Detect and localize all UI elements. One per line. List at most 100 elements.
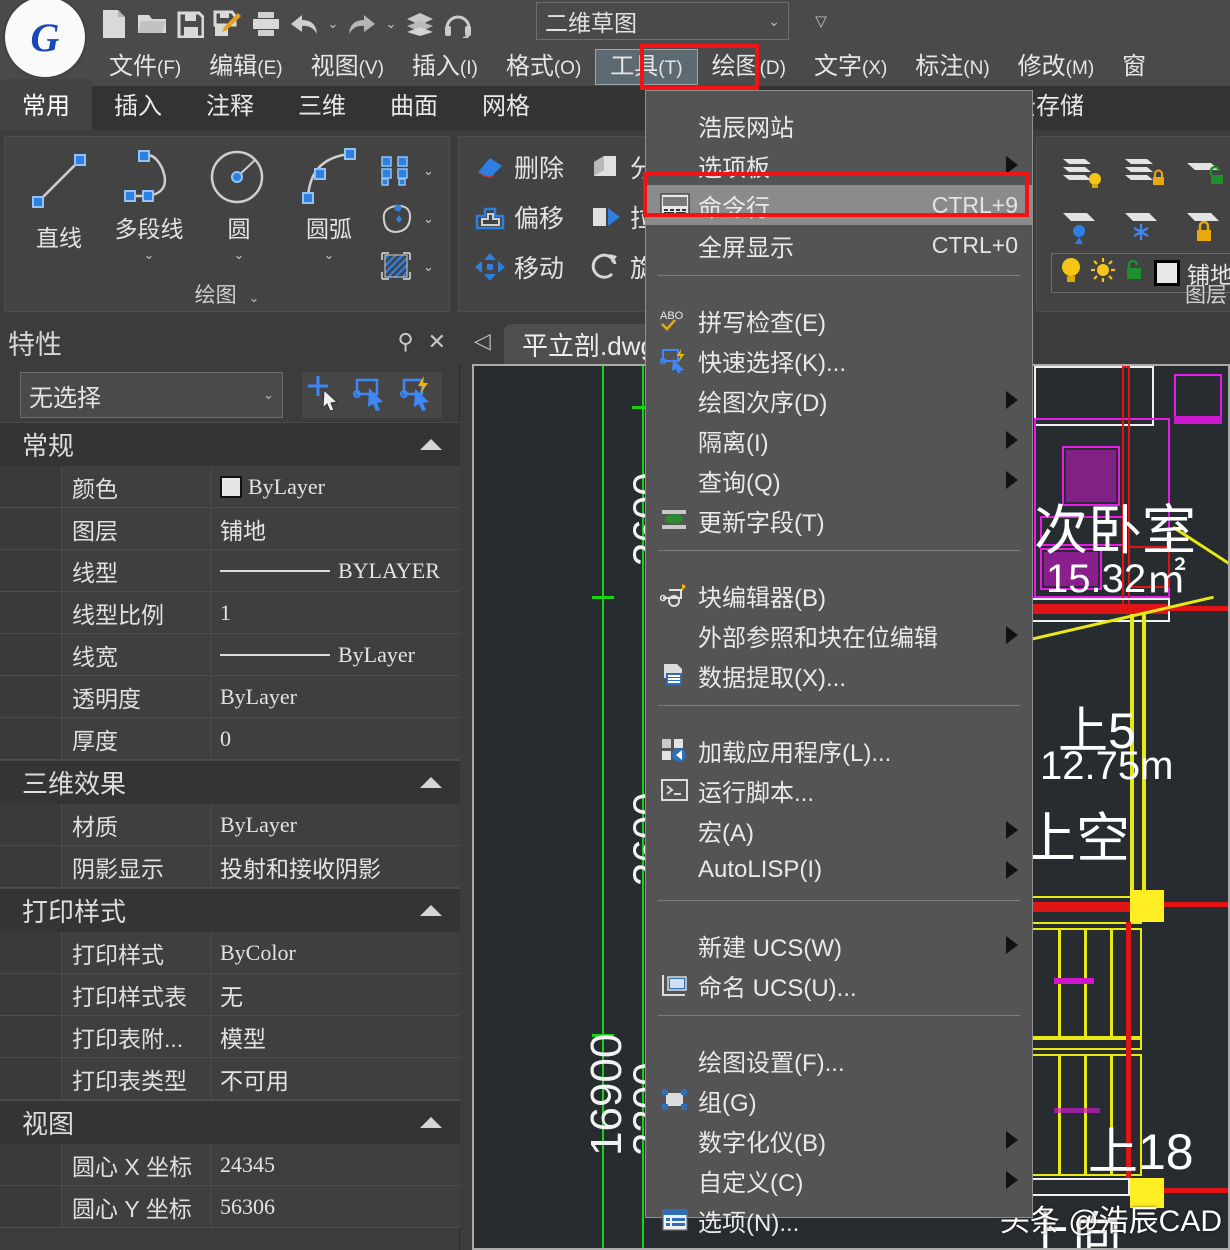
menu-window[interactable]: 窗: [1108, 50, 1160, 85]
menu-item-drafting-settings[interactable]: 绘图设置(F)...: [646, 1040, 1032, 1080]
chevron-up-icon[interactable]: [420, 905, 442, 916]
property-row-transparency[interactable]: 透明度 ByLayer: [0, 676, 460, 718]
property-value-color[interactable]: ByLayer: [212, 466, 460, 507]
chevron-down-icon[interactable]: ⌄: [248, 290, 259, 305]
chevron-down-icon[interactable]: ⌄: [423, 211, 434, 227]
chevron-down-icon[interactable]: ⌄: [144, 247, 155, 263]
layer-lock-icon[interactable]: [1175, 199, 1230, 251]
property-row-plotstyletable[interactable]: 打印样式表 无: [0, 974, 460, 1016]
menu-item-isolate[interactable]: 隔离(I): [646, 420, 1032, 460]
property-row-thickness[interactable]: 厚度 0: [0, 718, 460, 760]
headset-icon[interactable]: [439, 5, 477, 43]
tab-3d[interactable]: 三维: [276, 79, 368, 130]
chevron-down-icon[interactable]: ⌄: [324, 247, 335, 263]
modify-offset-button[interactable]: 偏移: [473, 199, 564, 235]
menu-item-palettes[interactable]: 选项板: [646, 145, 1032, 185]
layer-snowflake-icon[interactable]: [1113, 199, 1175, 251]
draw-polyline-button[interactable]: 多段线 ⌄: [105, 145, 193, 263]
menu-item-new-ucs[interactable]: 新建 UCS(W): [646, 925, 1032, 965]
menu-item-runscript[interactable]: 运行脚本...: [646, 770, 1032, 810]
property-row-material[interactable]: 材质 ByLayer: [0, 804, 460, 846]
layer-unlock-icon[interactable]: [1175, 147, 1230, 199]
chevron-down-icon[interactable]: ⌄: [423, 259, 434, 275]
undo-icon[interactable]: [285, 5, 323, 43]
print-icon[interactable]: [247, 5, 285, 43]
modify-erase-button[interactable]: 删除: [473, 149, 564, 185]
save-as-icon[interactable]: [209, 5, 247, 43]
property-group-plotstyle[interactable]: 打印样式: [0, 888, 460, 932]
tools-dropdown-menu[interactable]: 浩辰网站 选项板 命令行 CTRL+9 全屏显示 CTRL+0 ABO 拼写检查…: [645, 90, 1033, 1218]
property-row-plottable-attach[interactable]: 打印表附... 模型: [0, 1016, 460, 1058]
layer-blue-icon[interactable]: [1051, 199, 1113, 251]
property-group-3d[interactable]: 三维效果: [0, 760, 460, 804]
draw-array-button[interactable]: ⌄: [371, 147, 447, 195]
pick-add-icon[interactable]: [304, 374, 346, 417]
menu-text[interactable]: 文字(X): [800, 50, 901, 85]
property-group-view[interactable]: 视图: [0, 1100, 460, 1144]
draw-region-button[interactable]: ⌄: [371, 195, 447, 243]
tab-mesh[interactable]: 网格: [460, 79, 552, 130]
property-row-lineweight[interactable]: 线宽 ByLayer: [0, 634, 460, 676]
property-row-center-x[interactable]: 圆心 X 坐标 24345: [0, 1144, 460, 1186]
redo-dropdown-caret[interactable]: ⌄: [381, 5, 401, 43]
menu-item-customize[interactable]: 自定义(C): [646, 1160, 1032, 1200]
menu-item-quickselect[interactable]: 快速选择(K)...: [646, 340, 1032, 380]
open-folder-icon[interactable]: [133, 5, 171, 43]
menu-item-xref-inplace-edit[interactable]: 外部参照和块在位编辑: [646, 615, 1032, 655]
property-row-center-y[interactable]: 圆心 Y 坐标 56306: [0, 1186, 460, 1228]
chevron-down-icon[interactable]: ⌄: [234, 247, 245, 263]
tab-surface[interactable]: 曲面: [368, 79, 460, 130]
menu-item-loadapp[interactable]: 加载应用程序(L)...: [646, 730, 1032, 770]
menu-item-fullscreen[interactable]: 全屏显示 CTRL+0: [646, 225, 1032, 265]
menu-item-named-ucs[interactable]: 命名 UCS(U)...: [646, 965, 1032, 1005]
property-value-lineweight[interactable]: ByLayer: [212, 634, 460, 675]
menu-item-macro[interactable]: 宏(A): [646, 810, 1032, 850]
menu-item-website[interactable]: 浩辰网站: [646, 105, 1032, 145]
property-group-general[interactable]: 常规: [0, 422, 460, 466]
menu-item-spellcheck[interactable]: ABO 拼写检查(E): [646, 300, 1032, 340]
property-row-color[interactable]: 颜色 ByLayer: [0, 466, 460, 508]
menu-item-dataextract[interactable]: 数据提取(X)...: [646, 655, 1032, 695]
close-icon[interactable]: ✕: [428, 329, 446, 355]
tab-annotate[interactable]: 注释: [184, 79, 276, 130]
pin-icon[interactable]: ⚲: [397, 329, 413, 355]
qat-more-button[interactable]: ▽: [808, 8, 834, 34]
modify-move-button[interactable]: 移动: [473, 249, 564, 285]
property-row-shadow[interactable]: 阴影显示 投射和接收阴影: [0, 846, 460, 888]
menu-item-group[interactable]: 组(G): [646, 1080, 1032, 1120]
property-row-ltscale[interactable]: 线型比例 1: [0, 592, 460, 634]
property-row-layer[interactable]: 图层 铺地: [0, 508, 460, 550]
property-row-linetype[interactable]: 线型 BYLAYER: [0, 550, 460, 592]
new-file-icon[interactable]: [95, 5, 133, 43]
chevron-up-icon[interactable]: [420, 1117, 442, 1128]
menu-item-autolisp[interactable]: AutoLISP(I): [646, 850, 1032, 890]
tab-prev-button[interactable]: ◁: [474, 328, 491, 354]
menu-item-draworder[interactable]: 绘图次序(D): [646, 380, 1032, 420]
layer-on-icon[interactable]: [1051, 147, 1113, 199]
tab-insert[interactable]: 插入: [92, 79, 184, 130]
property-value-linetype[interactable]: BYLAYER: [212, 550, 460, 591]
quick-select-fast-icon[interactable]: [398, 374, 440, 417]
menu-item-blockeditor[interactable]: 块编辑器(B): [646, 575, 1032, 615]
selection-combo[interactable]: 无选择 ⌄: [20, 372, 283, 418]
menu-tools[interactable]: 工具(T): [595, 49, 697, 86]
property-row-plottable-type[interactable]: 打印表类型 不可用: [0, 1058, 460, 1100]
chevron-up-icon[interactable]: [420, 439, 442, 450]
save-icon[interactable]: [171, 5, 209, 43]
undo-dropdown-caret[interactable]: ⌄: [323, 5, 343, 43]
chevron-down-icon[interactable]: ⌄: [423, 163, 434, 179]
quick-select-icon[interactable]: [351, 374, 393, 417]
layers-icon[interactable]: [401, 5, 439, 43]
menu-item-options[interactable]: 选项(N)...: [646, 1200, 1032, 1240]
menu-item-commandline[interactable]: 命令行 CTRL+9: [646, 185, 1032, 225]
menu-draw[interactable]: 绘图(D): [698, 50, 800, 85]
workspace-combo[interactable]: 二维草图 ⌄: [536, 2, 789, 40]
layer-freeze-icon[interactable]: [1113, 147, 1175, 199]
menu-item-tablet[interactable]: 数字化仪(B): [646, 1120, 1032, 1160]
chevron-up-icon[interactable]: [420, 777, 442, 788]
draw-line-button[interactable]: 直线: [15, 145, 103, 263]
menu-item-updatefield[interactable]: 更新字段(T): [646, 500, 1032, 540]
draw-circle-button[interactable]: 圆 ⌄: [195, 145, 283, 263]
property-row-plotstyle[interactable]: 打印样式 ByColor: [0, 932, 460, 974]
draw-arc-button[interactable]: 圆弧 ⌄: [285, 145, 373, 263]
